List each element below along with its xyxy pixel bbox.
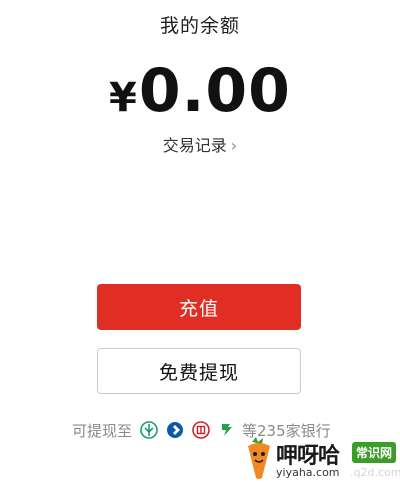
watermark-url-secondary: .q2d.com: [350, 466, 400, 479]
transaction-history-label: 交易记录: [162, 136, 227, 155]
recharge-button[interactable]: 充值: [97, 284, 301, 330]
banks-prefix: 可提现至: [72, 421, 133, 440]
recharge-button-label: 充值: [178, 297, 219, 320]
currency-symbol: ¥: [109, 75, 137, 121]
watermark-badge: 常识网: [352, 442, 397, 463]
transaction-history-link[interactable]: 交易记录 ›: [0, 132, 400, 156]
page-title: 我的余额: [159, 15, 240, 37]
withdraw-button[interactable]: 免费提现: [97, 348, 301, 394]
ccb-bank-icon: [166, 421, 184, 439]
carrot-mascot-logo: [242, 436, 276, 480]
watermark-url: yiyaha.com: [276, 466, 340, 479]
abc-bank-icon: [140, 421, 158, 439]
withdraw-button-label: 免费提现: [158, 361, 239, 384]
boc-bank-icon: [218, 421, 236, 439]
balance-display: ¥ 0.00: [0, 56, 400, 126]
site-watermark: 呷呀哈 常识网 yiyaha.com .q2d.com: [242, 436, 400, 483]
chevron-right-icon: ›: [230, 136, 238, 155]
balance-amount: 0.00: [138, 56, 291, 126]
icbc-bank-icon: [192, 421, 210, 439]
